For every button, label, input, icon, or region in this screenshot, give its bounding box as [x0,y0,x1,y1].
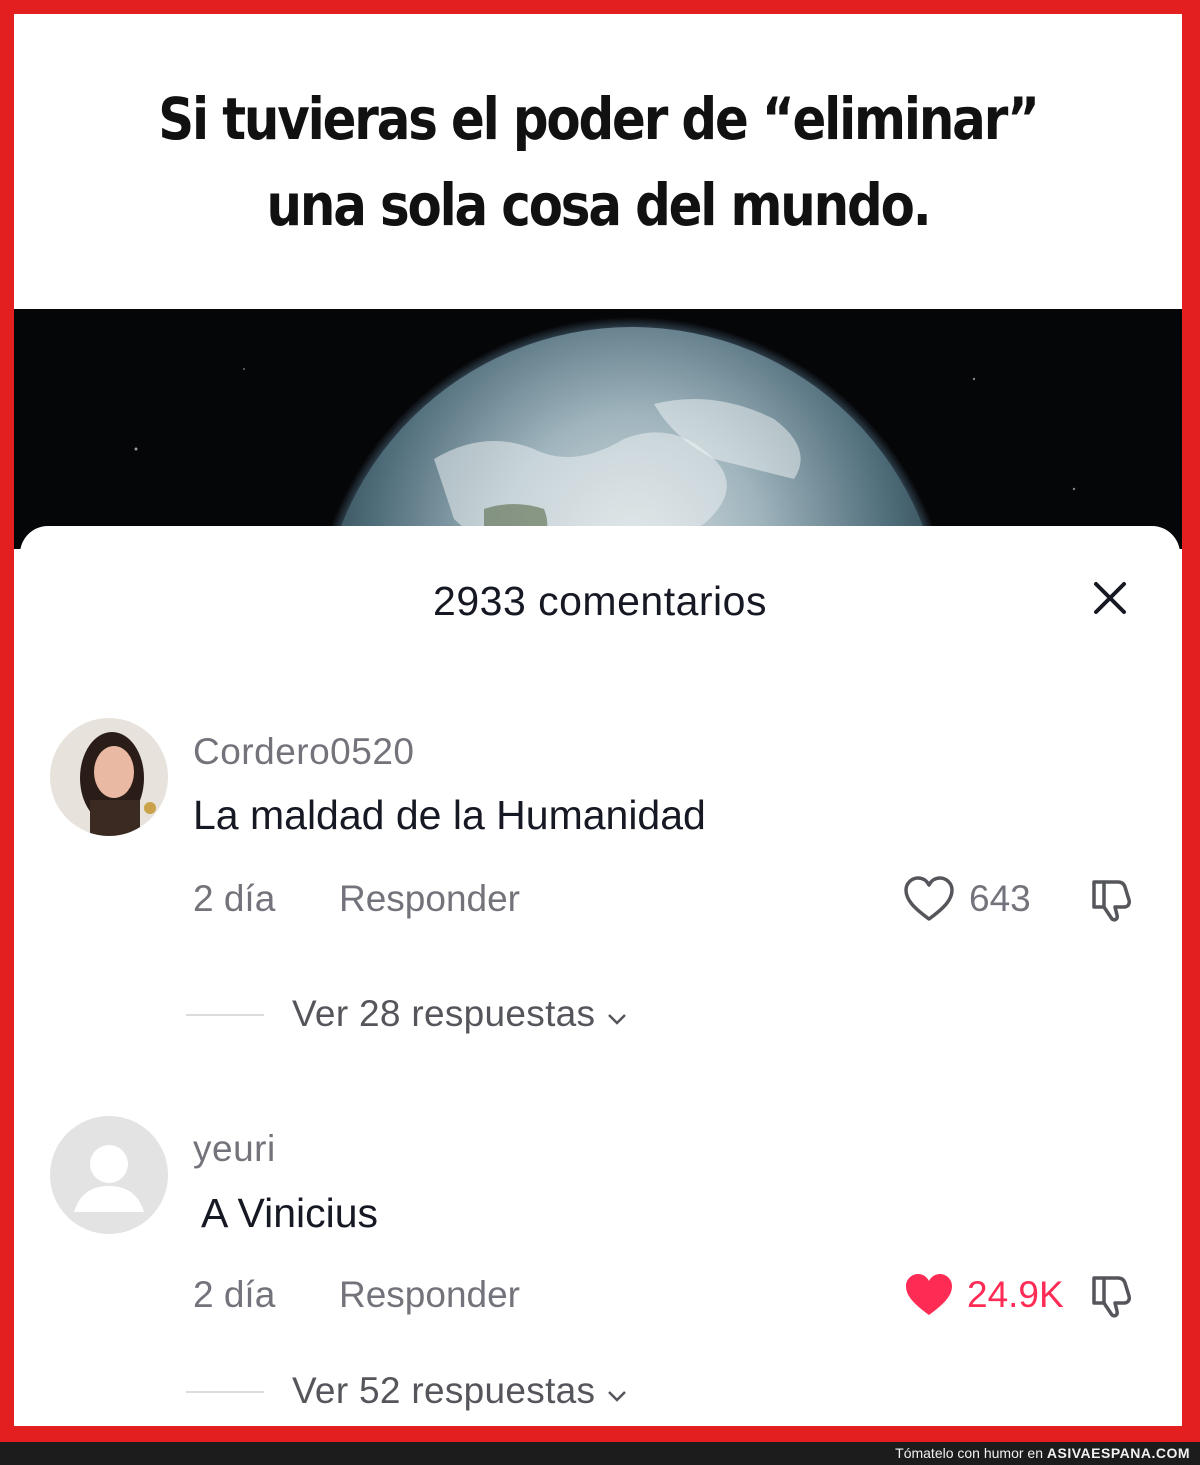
comment-time: 2 día [193,1274,276,1315]
footer-tagline: Tómatelo con humor en [895,1445,1047,1461]
comments-count-title: 2933 comentarios [433,578,767,624]
site-footer: Tómatelo con humor en ASIVAESPANA.COM [0,1442,1200,1465]
view-replies-button[interactable]: Ver 28 respuestas [292,993,628,1035]
like-count: 24.9K [967,1274,1064,1315]
comment-text: La maldad de la Humanidad [193,792,706,838]
view-replies-button[interactable]: Ver 52 respuestas [292,1370,628,1412]
meme-headline: Si tuvieras el poder de “eliminar” una s… [96,76,1100,248]
headline-line-2: una sola cosa del mundo. [266,171,931,239]
heart-filled-icon [906,1274,952,1315]
meme-frame: Si tuvieras el poder de “eliminar” una s… [14,14,1182,1426]
dislike-icon[interactable] [1086,1270,1136,1320]
heart-outline-icon [904,876,954,921]
divider-line [186,1014,264,1016]
comments-sheet: 2933 comentarios Cordero0520 La maldad d… [20,526,1180,1426]
comment-time: 2 día [193,878,276,919]
view-replies-label: Ver 28 respuestas [292,993,596,1034]
dislike-icon[interactable] [1086,874,1136,924]
like-button[interactable] [902,874,962,924]
close-icon[interactable] [1088,576,1132,620]
reply-button[interactable]: Responder [339,1274,520,1316]
avatar[interactable] [50,718,168,836]
headline-line-1: Si tuvieras el poder de “eliminar” [158,85,1040,153]
comment-username[interactable]: yeuri [193,1128,276,1170]
like-button[interactable] [902,1270,962,1320]
reply-button[interactable]: Responder [339,878,520,920]
comment-text: A Vinicius [201,1190,379,1236]
avatar[interactable] [50,1116,168,1234]
divider-line [186,1391,264,1393]
comment-username[interactable]: Cordero0520 [193,731,414,773]
footer-site-link[interactable]: ASIVAESPANA.COM [1047,1445,1190,1461]
view-replies-label: Ver 52 respuestas [292,1370,596,1411]
earth-image [14,309,1182,961]
default-avatar-icon [50,1116,168,1234]
chevron-down-icon [608,1014,626,1025]
chevron-down-icon [608,1391,626,1402]
like-count: 643 [969,878,1031,919]
earth-illustration [134,317,1076,961]
